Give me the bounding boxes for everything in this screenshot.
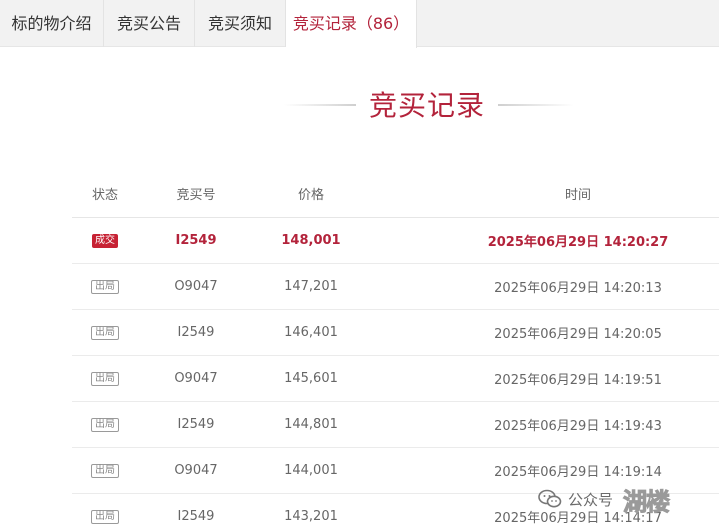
bid-price: 144,801 (284, 417, 338, 432)
table-header-row: 状态 竞买号 价格 时间 (72, 170, 719, 218)
status-badge-outbid: 出局 (91, 371, 119, 386)
status-badge-outbid: 出局 (91, 279, 119, 294)
bidder-number: I2549 (177, 325, 215, 340)
bid-price: 145,601 (284, 371, 338, 386)
bidder-number: O9047 (174, 463, 218, 478)
tab-bid-notice[interactable]: 竞买须知 (195, 0, 286, 47)
table-row: 成交 I2549 148,001 2025年06月29日 14:20:27 (72, 218, 719, 264)
header-bidder-number: 竞买号 (176, 188, 216, 203)
bid-price: 147,201 (284, 279, 338, 294)
bidder-number: I2549 (177, 509, 215, 524)
table-row: 出局 O9047 145,601 2025年06月29日 14:19:51 (72, 356, 719, 402)
page: 标的物介绍 竞买公告 竞买须知 竞买记录（86） 竞买记录 状态 竞买号 价格 … (0, 0, 719, 530)
section-title: 竞买记录 (368, 89, 485, 122)
bidder-number: I2549 (175, 233, 217, 248)
tab-bid-records[interactable]: 竞买记录（86） (286, 0, 417, 48)
table-row: 出局 O9047 147,201 2025年06月29日 14:20:13 (72, 264, 719, 310)
status-badge-outbid: 出局 (91, 509, 119, 524)
bid-price: 143,201 (284, 509, 338, 524)
tab-bid-announcement[interactable]: 竞买公告 (104, 0, 195, 47)
table-row: 出局 I2549 146,401 2025年06月29日 14:20:05 (72, 310, 719, 356)
bid-time: 2025年06月29日 14:19:51 (494, 373, 662, 388)
bid-price: 148,001 (281, 233, 341, 248)
watermark-label: 公众号 (568, 490, 614, 509)
watermark-logo: 湖楼 (623, 486, 671, 516)
tab-item-intro[interactable]: 标的物介绍 (0, 0, 104, 47)
bid-time: 2025年06月29日 14:20:13 (494, 281, 662, 296)
header-status: 状态 (91, 188, 118, 203)
header-price: 价格 (297, 188, 324, 203)
status-badge-outbid: 出局 (91, 417, 119, 432)
header-time: 时间 (564, 188, 591, 203)
bid-time: 2025年06月29日 14:19:43 (494, 419, 662, 434)
bid-price: 144,001 (284, 463, 338, 478)
title-divider-left (284, 104, 356, 106)
status-badge-won: 成交 (92, 233, 118, 248)
tab-bar: 标的物介绍 竞买公告 竞买须知 竞买记录（86） (0, 0, 719, 48)
wechat-watermark: 公众号 湖楼 (538, 484, 671, 516)
wechat-icon (538, 489, 562, 508)
bidder-number: I2549 (177, 417, 215, 432)
bid-time: 2025年06月29日 14:20:27 (487, 235, 669, 250)
status-badge-outbid: 出局 (91, 463, 119, 478)
bidder-number: O9047 (174, 279, 218, 294)
bid-records-table: 状态 竞买号 价格 时间 成交 I2549 148,001 2025年06月29… (72, 170, 719, 530)
table-row: 出局 I2549 144,801 2025年06月29日 14:19:43 (72, 402, 719, 448)
bid-time: 2025年06月29日 14:20:05 (494, 327, 662, 342)
bidder-number: O9047 (174, 371, 218, 386)
bid-price: 146,401 (284, 325, 338, 340)
section-header: 竞买记录 (0, 84, 719, 128)
status-badge-outbid: 出局 (91, 325, 119, 340)
title-divider-right (498, 104, 574, 106)
